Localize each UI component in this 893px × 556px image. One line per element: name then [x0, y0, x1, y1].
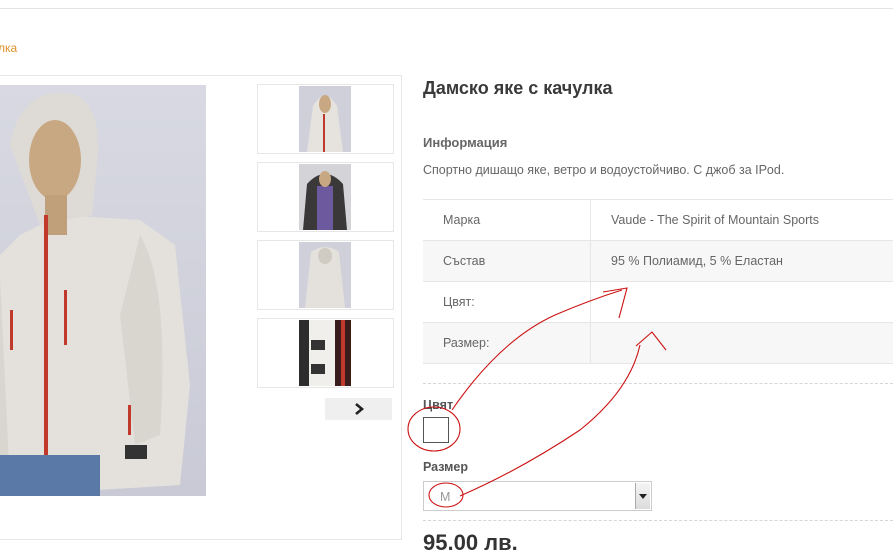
- thumbnail-4[interactable]: [257, 318, 394, 388]
- color-swatch[interactable]: [423, 417, 449, 443]
- top-divider: [0, 8, 893, 9]
- dropdown-arrow-icon: [635, 483, 650, 509]
- chevron-right-icon: [354, 403, 364, 415]
- thumbnail-1[interactable]: [257, 84, 394, 154]
- size-label: Размер: [423, 460, 469, 474]
- attr-row-composition: Състав 95 % Полиамид, 5 % Еластан: [423, 241, 893, 282]
- color-label: Цвят: [423, 398, 454, 412]
- price-divider: [423, 520, 893, 521]
- annotation-arrow-size: [459, 344, 641, 497]
- product-gallery: [0, 75, 402, 540]
- options-divider: [423, 383, 893, 384]
- attr-value: Vaude - The Spirit of Mountain Sports: [611, 213, 819, 227]
- size-selected-value: M: [440, 490, 451, 504]
- attr-name: Цвят:: [423, 282, 591, 322]
- breadcrumb-link[interactable]: лка: [0, 41, 17, 55]
- attr-name: Състав: [423, 241, 591, 281]
- attr-name: Размер:: [423, 323, 591, 363]
- size-select[interactable]: M: [423, 481, 652, 511]
- gallery-next-button[interactable]: [325, 398, 392, 420]
- thumbnail-2[interactable]: [257, 162, 394, 232]
- attr-row-size: Размер:: [423, 323, 893, 364]
- product-description: Спортно дишащо яке, ветро и водоустойчив…: [423, 163, 785, 177]
- info-heading: Информация: [423, 135, 508, 150]
- attr-row-brand: Марка Vaude - The Spirit of Mountain Spo…: [423, 200, 893, 241]
- product-price: 95.00 лв.: [423, 530, 518, 555]
- thumbnail-list: [257, 84, 394, 396]
- thumbnail-3[interactable]: [257, 240, 394, 310]
- attr-name: Марка: [423, 200, 591, 240]
- attributes-table: Марка Vaude - The Spirit of Mountain Spo…: [423, 199, 893, 364]
- attr-value: 95 % Полиамид, 5 % Еластан: [611, 254, 783, 268]
- product-title: Дамско яке с качулка: [423, 78, 613, 98]
- attr-row-color: Цвят:: [423, 282, 893, 323]
- main-product-image[interactable]: [0, 85, 206, 496]
